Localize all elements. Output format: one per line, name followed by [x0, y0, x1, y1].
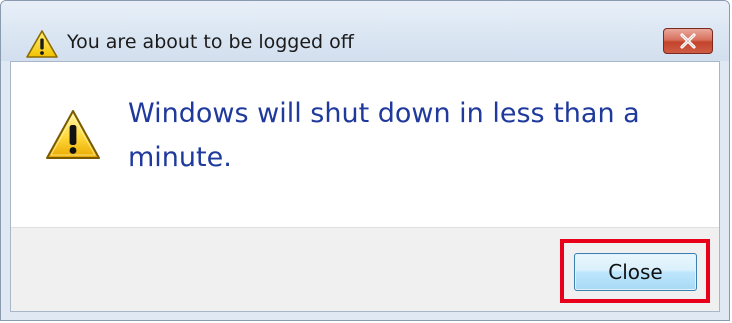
- window-close-button[interactable]: [663, 28, 713, 54]
- dialog-content: Windows will shut down in less than a mi…: [11, 62, 719, 227]
- title-bar[interactable]: You are about to be logged off: [1, 1, 729, 61]
- close-button[interactable]: Close: [574, 253, 697, 291]
- dialog-client-area: Windows will shut down in less than a mi…: [10, 61, 720, 312]
- warning-icon: [44, 108, 102, 162]
- close-x-icon: [680, 33, 696, 49]
- dialog-footer: Close: [11, 227, 719, 311]
- dialog-window: You are about to be logged off Windows w…: [0, 0, 730, 321]
- dialog-message: Windows will shut down in less than a mi…: [128, 98, 640, 173]
- warning-icon: [25, 29, 59, 59]
- window-title: You are about to be logged off: [67, 31, 354, 53]
